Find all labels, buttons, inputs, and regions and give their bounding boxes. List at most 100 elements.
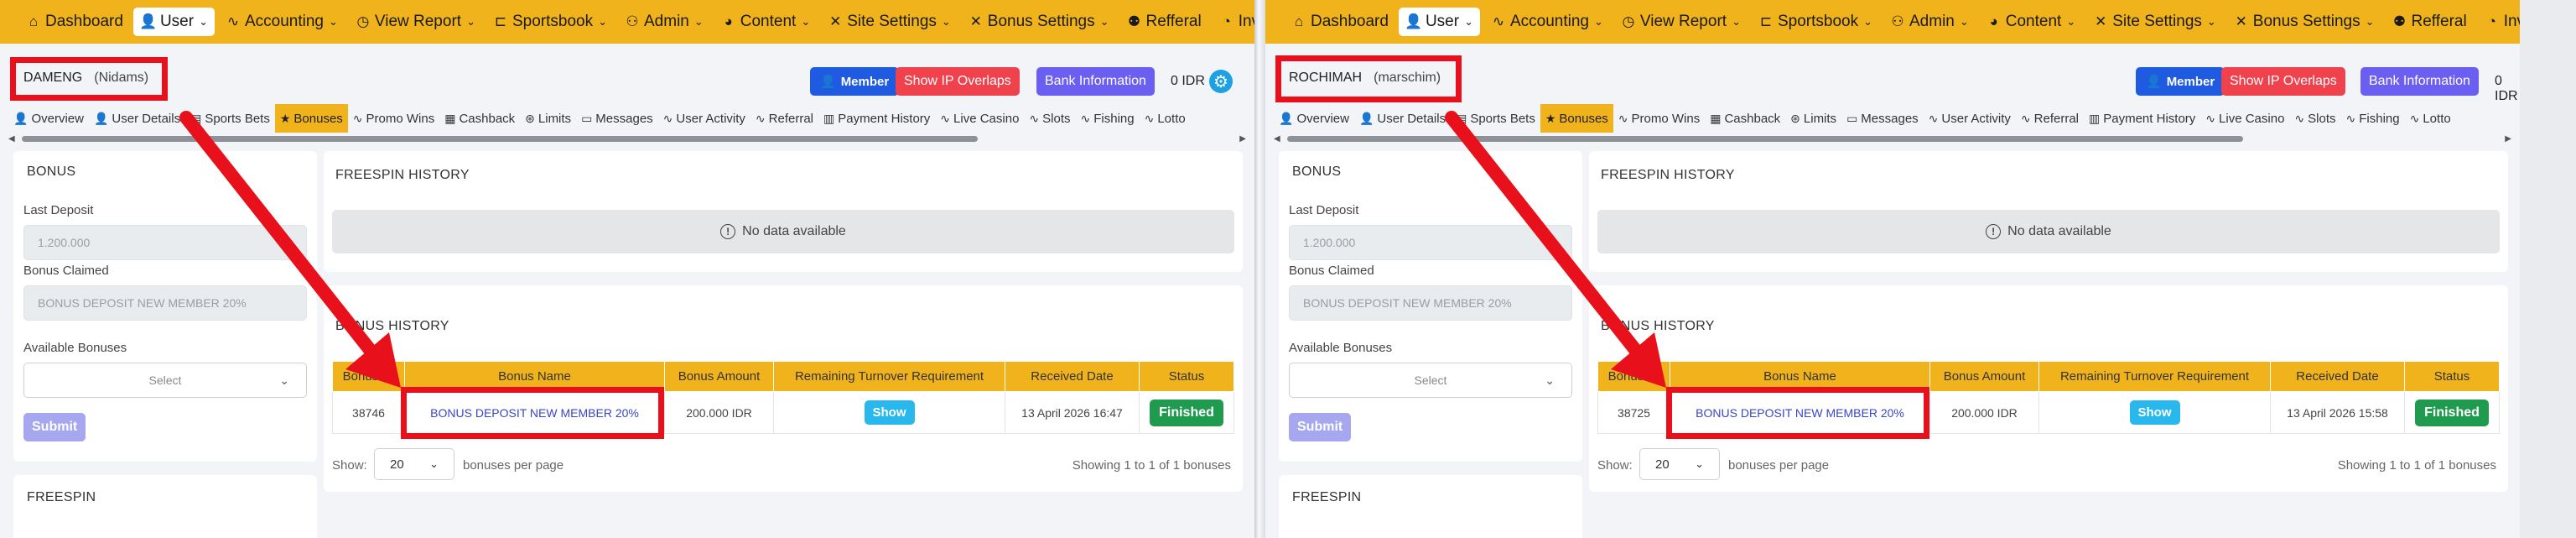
- tab-label: Promo Wins: [366, 111, 435, 126]
- tab-live-casino[interactable]: ∿ Live Casino: [935, 104, 1024, 133]
- tab-overview[interactable]: 👤 Overview: [1274, 104, 1354, 133]
- nav-item-accounting[interactable]: ∿ Accounting ⌄: [218, 8, 345, 36]
- nav-item-user[interactable]: 👤 User ⌄: [1398, 8, 1480, 36]
- available-bonuses-select[interactable]: Select ⌄: [1289, 363, 1572, 398]
- tab-messages[interactable]: ▭ Messages: [1841, 104, 1924, 133]
- pagination-summary: Showing 1 to 1 of 1 bonuses: [2337, 458, 2496, 473]
- nav-item-view-report[interactable]: ◷ View Report ⌄: [1613, 8, 1748, 36]
- tab-lotto[interactable]: ∿ Lotto: [1140, 104, 1191, 133]
- tab-slots[interactable]: ∿ Slots: [1024, 104, 1075, 133]
- tab-cashback[interactable]: ▦ Cashback: [1705, 104, 1785, 133]
- cell-status: Finished: [1139, 391, 1234, 434]
- available-bonuses-label: Available Bonuses: [1289, 341, 1393, 355]
- tab-user-activity[interactable]: ∿ User Activity: [1924, 104, 2016, 133]
- member-button[interactable]: 👤 Member: [810, 67, 900, 96]
- tools-icon: ✕: [969, 13, 982, 29]
- nav-item-content[interactable]: ◕ Content ⌄: [714, 8, 817, 36]
- tab-lotto[interactable]: ∿ Lotto: [2405, 104, 2456, 133]
- tab-sports-bets[interactable]: ▤ Sports Bets: [1451, 104, 1540, 133]
- nav-item-user[interactable]: 👤 User ⌄: [132, 8, 215, 36]
- freespin-history-card: FREESPIN HISTORY ! No data available: [1589, 151, 2508, 272]
- tab-user-details[interactable]: 👤 User Details: [89, 104, 185, 133]
- tab-referral[interactable]: ∿ Referral: [2016, 104, 2084, 133]
- per-page-select[interactable]: 20 ⌄: [1639, 448, 1720, 480]
- nav-item-admin[interactable]: ⚇ Admin ⌄: [617, 8, 710, 36]
- chevron-down-icon: ⌄: [1099, 15, 1109, 28]
- nav-item-bonus-settings[interactable]: ✕ Bonus Settings ⌄: [961, 8, 1116, 36]
- bank-information-button[interactable]: Bank Information: [2360, 67, 2479, 96]
- gauge-icon: ◔: [1222, 13, 1231, 29]
- show-ip-overlaps-button[interactable]: Show IP Overlaps: [896, 67, 1020, 96]
- show-turnover-button[interactable]: Show: [864, 400, 915, 425]
- tab-promo-wins[interactable]: ∿ Promo Wins: [1613, 104, 1705, 133]
- bonus-claimed-field: BONUS DEPOSIT NEW MEMBER 20%: [1289, 285, 1572, 321]
- tab-payment-history[interactable]: ▥ Payment History: [2084, 104, 2200, 133]
- nav-item-accounting[interactable]: ∿ Accounting ⌄: [1483, 8, 1610, 36]
- tab-referral[interactable]: ∿ Referral: [750, 104, 818, 133]
- tab-sports-bets[interactable]: ▤ Sports Bets: [185, 104, 275, 133]
- member-label: Member: [840, 74, 890, 89]
- tab-bonuses[interactable]: ★ Bonuses: [274, 104, 348, 133]
- per-page-label: bonuses per page: [463, 458, 564, 473]
- nav-item-dashboard[interactable]: ⌂ Dashboard: [18, 8, 130, 36]
- tab-label: User Details: [1377, 111, 1446, 126]
- scrollbar-thumb[interactable]: [22, 136, 978, 142]
- pulse-icon: ∿: [1618, 111, 1628, 125]
- nav-item-refferal[interactable]: ⚉ Refferal: [2385, 8, 2474, 36]
- nav-item-admin[interactable]: ⚇ Admin ⌄: [1883, 8, 1976, 36]
- annotation-highlight-username: [1275, 55, 1462, 102]
- nav-item-label: Invoice: [2503, 13, 2520, 30]
- tab-label: Limits: [538, 111, 572, 126]
- subtabs-scrollbar[interactable]: ◀ ▶: [8, 134, 1246, 144]
- tab-promo-wins[interactable]: ∿ Promo Wins: [348, 104, 439, 133]
- bank-information-button[interactable]: Bank Information: [1036, 67, 1155, 96]
- nav-item-site-settings[interactable]: ✕ Site Settings ⌄: [820, 8, 958, 36]
- tab-cashback[interactable]: ▦ Cashback: [439, 104, 520, 133]
- tab-label: Sports Bets: [205, 111, 270, 126]
- nav-item-invoice[interactable]: ◔Invoice⌄: [2477, 8, 2520, 36]
- gear-icon[interactable]: ⚙: [1209, 70, 1233, 93]
- show-turnover-button[interactable]: Show: [2129, 400, 2180, 425]
- nav-item-label: Content: [740, 13, 797, 30]
- show-ip-overlaps-button[interactable]: Show IP Overlaps: [2221, 67, 2345, 96]
- nav-item-bonus-settings[interactable]: ✕ Bonus Settings ⌄: [2226, 8, 2381, 36]
- submit-button[interactable]: Submit: [1289, 413, 1352, 441]
- tab-payment-history[interactable]: ▥ Payment History: [818, 104, 935, 133]
- scroll-left-icon[interactable]: ◀: [8, 134, 15, 144]
- scroll-left-icon[interactable]: ◀: [1274, 134, 1280, 144]
- user-panel-right: ⌂ Dashboard 👤 User ⌄ ∿ Accounting ⌄ ◷ View Report…: [1265, 0, 2520, 538]
- nav-item-content[interactable]: ◕ Content ⌄: [1979, 8, 2082, 36]
- nav-item-sportsbook[interactable]: ⊏ Sportsbook ⌄: [486, 8, 614, 36]
- per-page-select[interactable]: 20 ⌄: [374, 448, 454, 480]
- nav-item-refferal[interactable]: ⚉ Refferal: [1119, 8, 1208, 36]
- scrollbar-thumb[interactable]: [1287, 136, 2243, 142]
- nav-item-sportsbook[interactable]: ⊏ Sportsbook ⌄: [1751, 8, 1879, 36]
- tab-messages[interactable]: ▭ Messages: [576, 104, 658, 133]
- pulse-icon: ∿: [2294, 111, 2305, 125]
- tournament-icon: ⊏: [494, 13, 507, 29]
- member-button[interactable]: 👤 Member: [2136, 67, 2225, 96]
- scroll-right-icon[interactable]: ▶: [2505, 134, 2511, 144]
- tab-bonuses[interactable]: ★ Bonuses: [1540, 104, 1613, 133]
- tab-limits[interactable]: ⊛ Limits: [520, 104, 576, 133]
- tab-user-activity[interactable]: ∿ User Activity: [658, 104, 750, 133]
- available-bonuses-select[interactable]: Select ⌄: [23, 363, 307, 398]
- tab-live-casino[interactable]: ∿ Live Casino: [2200, 104, 2289, 133]
- nav-item-view-report[interactable]: ◷ View Report ⌄: [348, 8, 482, 36]
- nav-item-site-settings[interactable]: ✕ Site Settings ⌄: [2085, 8, 2223, 36]
- tab-fishing[interactable]: ∿ Fishing: [1076, 104, 1140, 133]
- annotation-highlight-username: [10, 57, 168, 101]
- tab-label: Promo Wins: [1631, 111, 1701, 126]
- tab-user-details[interactable]: 👤 User Details: [1354, 104, 1451, 133]
- nav-item-invoice[interactable]: ◔Invoice⌄: [1212, 8, 1254, 36]
- tab-overview[interactable]: 👤 Overview: [8, 104, 89, 133]
- subtabs-scrollbar[interactable]: ◀ ▶: [1274, 134, 2511, 144]
- freespin-card: FREESPIN: [13, 475, 317, 538]
- submit-button[interactable]: Submit: [23, 413, 86, 441]
- scroll-right-icon[interactable]: ▶: [1239, 134, 1246, 144]
- chevron-down-icon: ⌄: [2066, 15, 2076, 28]
- nav-item-dashboard[interactable]: ⌂ Dashboard: [1284, 8, 1395, 36]
- tab-limits[interactable]: ⊛ Limits: [1785, 104, 1841, 133]
- tab-fishing[interactable]: ∿ Fishing: [2341, 104, 2405, 133]
- tab-slots[interactable]: ∿ Slots: [2289, 104, 2340, 133]
